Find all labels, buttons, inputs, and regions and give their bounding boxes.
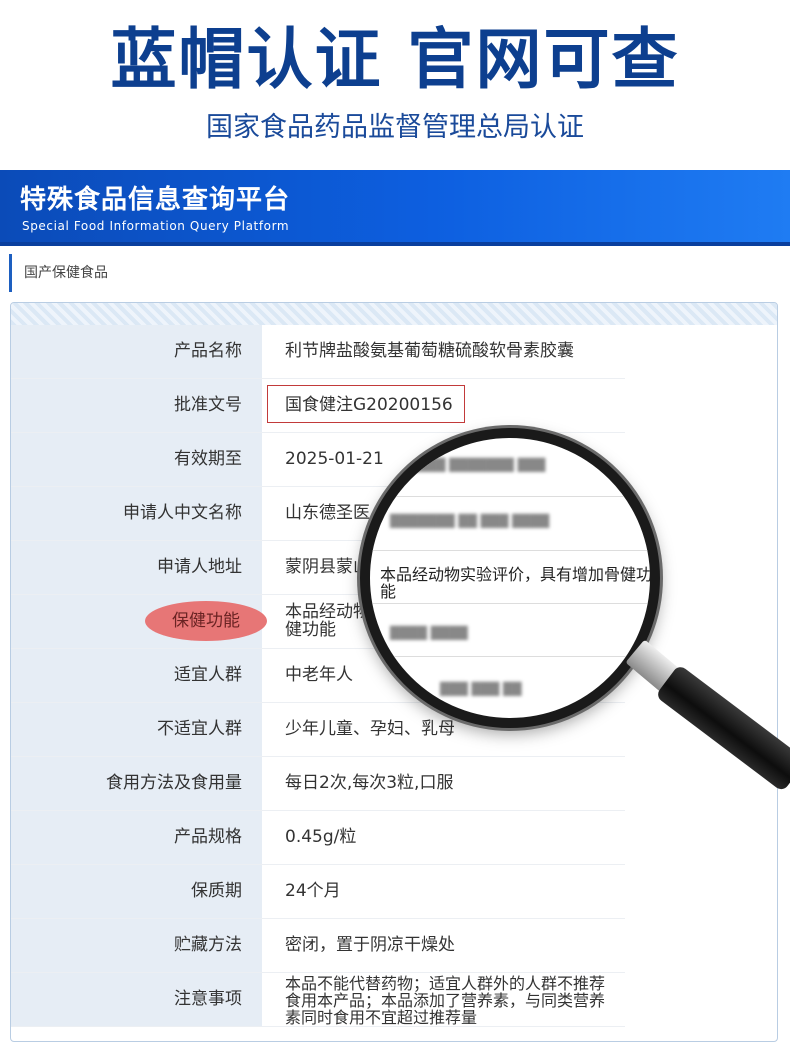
table-row: 注意事项 本品不能代替药物；适宜人群外的人群不推荐食用本产品；本品添加了营养素，… — [11, 973, 625, 1027]
blurred-text: ███████ ██ ███ ████ — [390, 514, 550, 528]
row-value: 密闭，置于阴凉干燥处 — [285, 935, 455, 955]
table-row: 产品名称 利节牌盐酸氨基葡萄糖硫酸软骨素胶囊 — [11, 325, 625, 379]
row-label: 保质期 — [11, 865, 263, 918]
lens-divider — [370, 550, 650, 551]
banner-subtitle: Special Food Information Query Platform — [22, 219, 290, 233]
row-label: 贮藏方法 — [11, 919, 263, 972]
approval-number-highlight-box — [267, 385, 465, 423]
table-row: 产品规格 0.45g/粒 — [11, 811, 625, 865]
row-value: 本品不能代替药物；适宜人群外的人群不推荐食用本产品；本品添加了营养素，与同类营养… — [285, 974, 606, 1026]
health-function-line-2: 健功能 — [285, 620, 336, 640]
panel-header-pattern — [11, 303, 777, 325]
row-label: 产品规格 — [11, 811, 263, 864]
magnifier-overlay: ██████ ███████ ███ ███████ ██ ███ ████ 本… — [355, 428, 790, 793]
row-value: 0.45g/粒 — [285, 827, 357, 847]
row-label: 注意事项 — [11, 973, 263, 1026]
row-label: 不适宜人群 — [11, 703, 263, 756]
lens-divider — [370, 496, 650, 497]
blurred-text: ████ ████ — [390, 626, 468, 640]
hero-subtitle: 国家食品药品监督管理总局认证 — [206, 112, 584, 143]
lens-divider — [370, 603, 650, 604]
magnifier-handle — [654, 664, 790, 793]
table-row: 保质期 24个月 — [11, 865, 625, 919]
blurred-text: ███ ███ ██ — [440, 682, 522, 696]
row-value: 利节牌盐酸氨基葡萄糖硫酸软骨素胶囊 — [285, 341, 574, 361]
row-label: 食用方法及食用量 — [11, 757, 263, 810]
health-function-highlight: 保健功能 — [145, 601, 267, 641]
platform-banner: 特殊食品信息查询平台 Special Food Information Quer… — [0, 170, 790, 246]
row-value: 24个月 — [285, 881, 341, 901]
blurred-text: ██████ ███████ ███ — [390, 458, 546, 472]
row-label: 有效期至 — [11, 433, 263, 486]
table-row: 贮藏方法 密闭，置于阴凉干燥处 — [11, 919, 625, 973]
row-label: 产品名称 — [11, 325, 263, 378]
row-label: 申请人地址 — [11, 541, 263, 594]
lens-divider — [370, 656, 650, 657]
row-label: 适宜人群 — [11, 649, 263, 702]
magnifier-lens: ██████ ███████ ███ ███████ ██ ███ ████ 本… — [360, 428, 660, 728]
banner-title: 特殊食品信息查询平台 — [20, 185, 291, 215]
row-label: 批准文号 — [11, 379, 263, 432]
magnified-health-function: 本品经动物实验评价，具有增加骨健功能 — [380, 565, 653, 601]
row-label: 申请人中文名称 — [11, 487, 263, 540]
breadcrumb[interactable]: 国产保健食品 — [9, 254, 108, 292]
hero-title: 蓝帽认证 官网可查 — [110, 21, 680, 98]
health-function-label: 保健功能 — [172, 611, 240, 631]
hero-header: 蓝帽认证 官网可查 国家食品药品监督管理总局认证 — [0, 0, 790, 170]
